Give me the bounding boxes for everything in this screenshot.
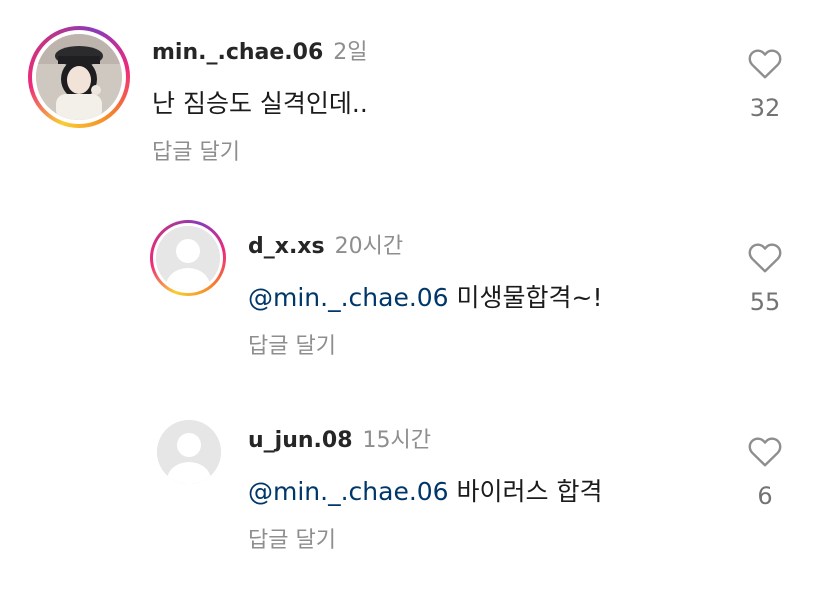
avatar	[156, 226, 220, 290]
heart-outline-icon[interactable]	[747, 240, 783, 274]
avatar[interactable]	[157, 420, 221, 484]
default-avatar-icon	[157, 420, 221, 484]
default-avatar-icon	[156, 226, 220, 290]
like-control: 32	[735, 46, 795, 122]
reply-button[interactable]: 답글 달기	[152, 134, 240, 166]
reply-button[interactable]: 답글 달기	[248, 328, 336, 360]
comment-body: 바이러스 합격	[456, 477, 603, 506]
comment-text: 난 짐승도 실격인데..	[152, 84, 368, 120]
comment-timestamp: 15시간	[362, 428, 431, 453]
profile-photo-icon	[36, 34, 122, 120]
mention-link[interactable]: @min._.chae.06	[248, 477, 449, 506]
heart-outline-icon[interactable]	[747, 46, 783, 80]
story-ring[interactable]	[28, 26, 130, 128]
comment-text: @min._.chae.06 미생물합격~!	[248, 278, 603, 314]
heart-outline-icon[interactable]	[747, 434, 783, 468]
comment-text: @min._.chae.06 바이러스 합격	[248, 472, 603, 508]
comment-thread: min._.chae.06 2일 난 짐승도 실격인데.. 답글 달기 32 d…	[0, 0, 835, 589]
comment-timestamp: 2일	[333, 40, 368, 65]
comment-timestamp: 20시간	[334, 234, 404, 259]
story-ring[interactable]	[150, 220, 226, 296]
comment-username[interactable]: u_jun.08 15시간	[248, 422, 431, 454]
like-count: 32	[749, 94, 781, 122]
like-count: 55	[749, 288, 781, 316]
like-count: 6	[757, 482, 773, 510]
mention-link[interactable]: @min._.chae.06	[248, 283, 449, 312]
comment-body: 미생물합격~!	[456, 283, 603, 312]
avatar	[36, 34, 122, 120]
comment-username[interactable]: d_x.xs 20시간	[248, 228, 403, 260]
comment-username[interactable]: min._.chae.06 2일	[152, 34, 368, 66]
comment-body: 난 짐승도 실격인데..	[152, 89, 368, 118]
like-control: 6	[735, 434, 795, 510]
reply-button[interactable]: 답글 달기	[248, 522, 336, 554]
like-control: 55	[735, 240, 795, 316]
